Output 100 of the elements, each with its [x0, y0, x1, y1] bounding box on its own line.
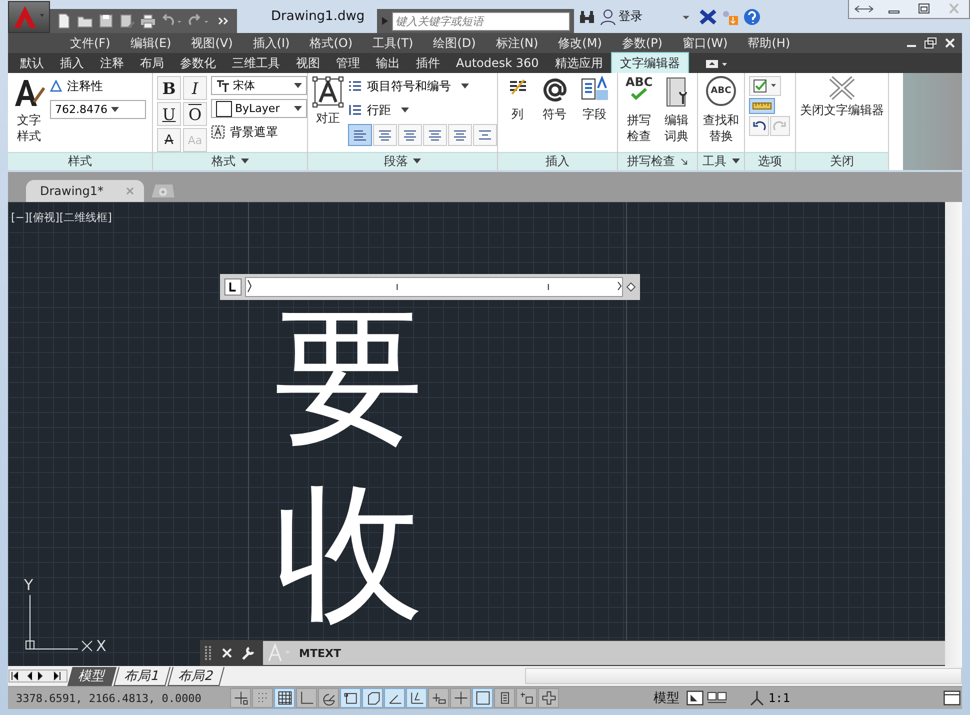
- annotative-button[interactable]: 注释性: [50, 76, 146, 96]
- spell-check-button[interactable]: 拼写检查: [626, 112, 652, 144]
- ribbon-tab[interactable]: 注释: [92, 53, 132, 73]
- align-button[interactable]: [448, 124, 472, 146]
- ribbon-tab[interactable]: 输出: [368, 53, 408, 73]
- caret-icon[interactable]: [732, 158, 740, 166]
- save-as-icon[interactable]: [119, 13, 135, 29]
- align-button[interactable]: [398, 124, 422, 146]
- align-button[interactable]: [373, 124, 397, 146]
- ribbon-tab[interactable]: 布局: [132, 53, 172, 73]
- sign-in-button[interactable]: 登录: [600, 8, 673, 25]
- italic-button[interactable]: I: [183, 76, 207, 100]
- osnap-toggle[interactable]: [340, 688, 361, 708]
- grid-dots-toggle[interactable]: [252, 688, 273, 708]
- window-icon[interactable]: [942, 689, 962, 707]
- menu-item[interactable]: 窗口(W): [672, 34, 738, 52]
- color-combo[interactable]: ByLayer: [211, 99, 307, 118]
- model-space-button[interactable]: 模型: [649, 689, 684, 707]
- horizontal-scrollbar[interactable]: [524, 668, 962, 684]
- menu-item[interactable]: 绘图(D): [423, 34, 486, 52]
- transparency-toggle[interactable]: [472, 688, 493, 708]
- menu-item[interactable]: 插入(I): [242, 34, 300, 52]
- ribbon-tab[interactable]: 插入: [52, 53, 92, 73]
- diamond-handle-icon[interactable]: [626, 282, 636, 292]
- grid-toggle[interactable]: [274, 688, 295, 708]
- restore-icon[interactable]: [924, 37, 938, 49]
- plus-toggle[interactable]: [538, 688, 559, 708]
- caret-icon[interactable]: [413, 158, 421, 166]
- strikethrough-button[interactable]: A: [157, 128, 181, 152]
- properties-toggle[interactable]: [494, 688, 515, 708]
- ribbon-tab[interactable]: 精选应用: [546, 53, 611, 73]
- application-menu-button[interactable]: [8, 1, 50, 33]
- ribbon-tab[interactable]: 参数化: [172, 53, 224, 73]
- menu-item[interactable]: 标注(N): [486, 34, 548, 52]
- polar-toggle[interactable]: [318, 688, 339, 708]
- ucs-toggle[interactable]: [406, 688, 427, 708]
- search-field[interactable]: 键入关键字或短语: [376, 9, 574, 33]
- undo-button[interactable]: [749, 116, 769, 136]
- caret-icon[interactable]: [240, 158, 248, 166]
- menu-item[interactable]: 视图(V): [181, 34, 243, 52]
- printer-icon[interactable]: [140, 13, 156, 29]
- ribbon-tab[interactable]: 管理: [328, 53, 368, 73]
- new-file-icon[interactable]: [56, 13, 72, 29]
- menu-item[interactable]: 文件(F): [60, 34, 120, 52]
- text-style-button[interactable]: 文字样式: [16, 112, 42, 144]
- annotation-scale[interactable]: 1:1: [729, 690, 940, 706]
- columns-button[interactable]: 列: [512, 106, 524, 122]
- ribbon-tab[interactable]: 三维工具: [224, 53, 288, 73]
- layout-tab[interactable]: 布局1: [113, 666, 171, 686]
- ribbon-tab[interactable]: 插件: [408, 53, 448, 73]
- bold-button[interactable]: B: [157, 76, 181, 100]
- dynamic-input-toggle[interactable]: [428, 688, 449, 708]
- font-combo[interactable]: 宋体: [211, 76, 307, 95]
- menu-item[interactable]: 帮助(H): [738, 34, 800, 52]
- ruler-toggle[interactable]: [749, 98, 775, 114]
- viewport-label[interactable]: [−][俯视][二维线框]: [11, 210, 112, 225]
- corner-arrow-icon[interactable]: [680, 158, 688, 166]
- field-button[interactable]: 字段: [582, 106, 606, 122]
- close-icon[interactable]: [943, 37, 957, 49]
- vertical-scrollbar[interactable]: [945, 202, 962, 666]
- document-tab[interactable]: Drawing1*: [26, 180, 144, 202]
- close-text-editor-button[interactable]: 关闭文字编辑器: [800, 102, 884, 118]
- 3d-osnap-toggle[interactable]: [362, 688, 383, 708]
- ribbon-tab[interactable]: 视图: [288, 53, 328, 73]
- x-cross-icon[interactable]: [698, 8, 717, 26]
- tracking-toggle[interactable]: [384, 688, 405, 708]
- find-replace-button[interactable]: 查找和替换: [702, 112, 740, 144]
- help-icon[interactable]: [742, 8, 761, 26]
- ribbon-tab[interactable]: Autodesk 360: [448, 53, 547, 73]
- symbol-button[interactable]: 符号: [542, 106, 566, 122]
- wrench-icon[interactable]: [240, 645, 256, 661]
- more-options-button[interactable]: [749, 76, 781, 96]
- menu-item[interactable]: 工具(T): [362, 34, 424, 52]
- align-button[interactable]: [348, 124, 372, 146]
- lineweight-toggle[interactable]: [450, 688, 471, 708]
- background-mask-button[interactable]: 背景遮罩: [211, 122, 307, 142]
- menu-item[interactable]: 参数(P): [612, 34, 672, 52]
- layout-tab[interactable]: 布局2: [168, 666, 226, 686]
- menu-item[interactable]: 格式(O): [300, 34, 363, 52]
- tab-navigation-icon[interactable]: [8, 669, 68, 683]
- menu-item[interactable]: 编辑(E): [120, 34, 182, 52]
- snap-toggle[interactable]: [230, 688, 251, 708]
- save-icon[interactable]: [98, 13, 114, 29]
- menu-item[interactable]: 修改(M): [548, 34, 612, 52]
- selection-toggle[interactable]: [516, 688, 537, 708]
- ribbon-tab[interactable]: 文字编辑器: [610, 52, 689, 73]
- text-height-combo[interactable]: 762.8476: [50, 100, 146, 119]
- bullets-numbering-button[interactable]: 项目符号和编号: [348, 76, 497, 96]
- justify-button[interactable]: 对正: [316, 110, 340, 126]
- ribbon-tab[interactable]: 默认: [12, 53, 52, 73]
- grip-icon[interactable]: [204, 644, 214, 662]
- tab-stop-icon[interactable]: [224, 278, 242, 296]
- edit-dictionary-button[interactable]: 编辑词典: [664, 112, 690, 144]
- ortho-toggle[interactable]: [296, 688, 317, 708]
- align-button[interactable]: [423, 124, 447, 146]
- layout-tab[interactable]: 模型: [67, 666, 117, 686]
- overline-button[interactable]: O: [183, 102, 207, 126]
- align-button[interactable]: [473, 124, 497, 146]
- viewport-icon[interactable]: [685, 689, 706, 707]
- line-spacing-button[interactable]: 行距: [348, 100, 497, 120]
